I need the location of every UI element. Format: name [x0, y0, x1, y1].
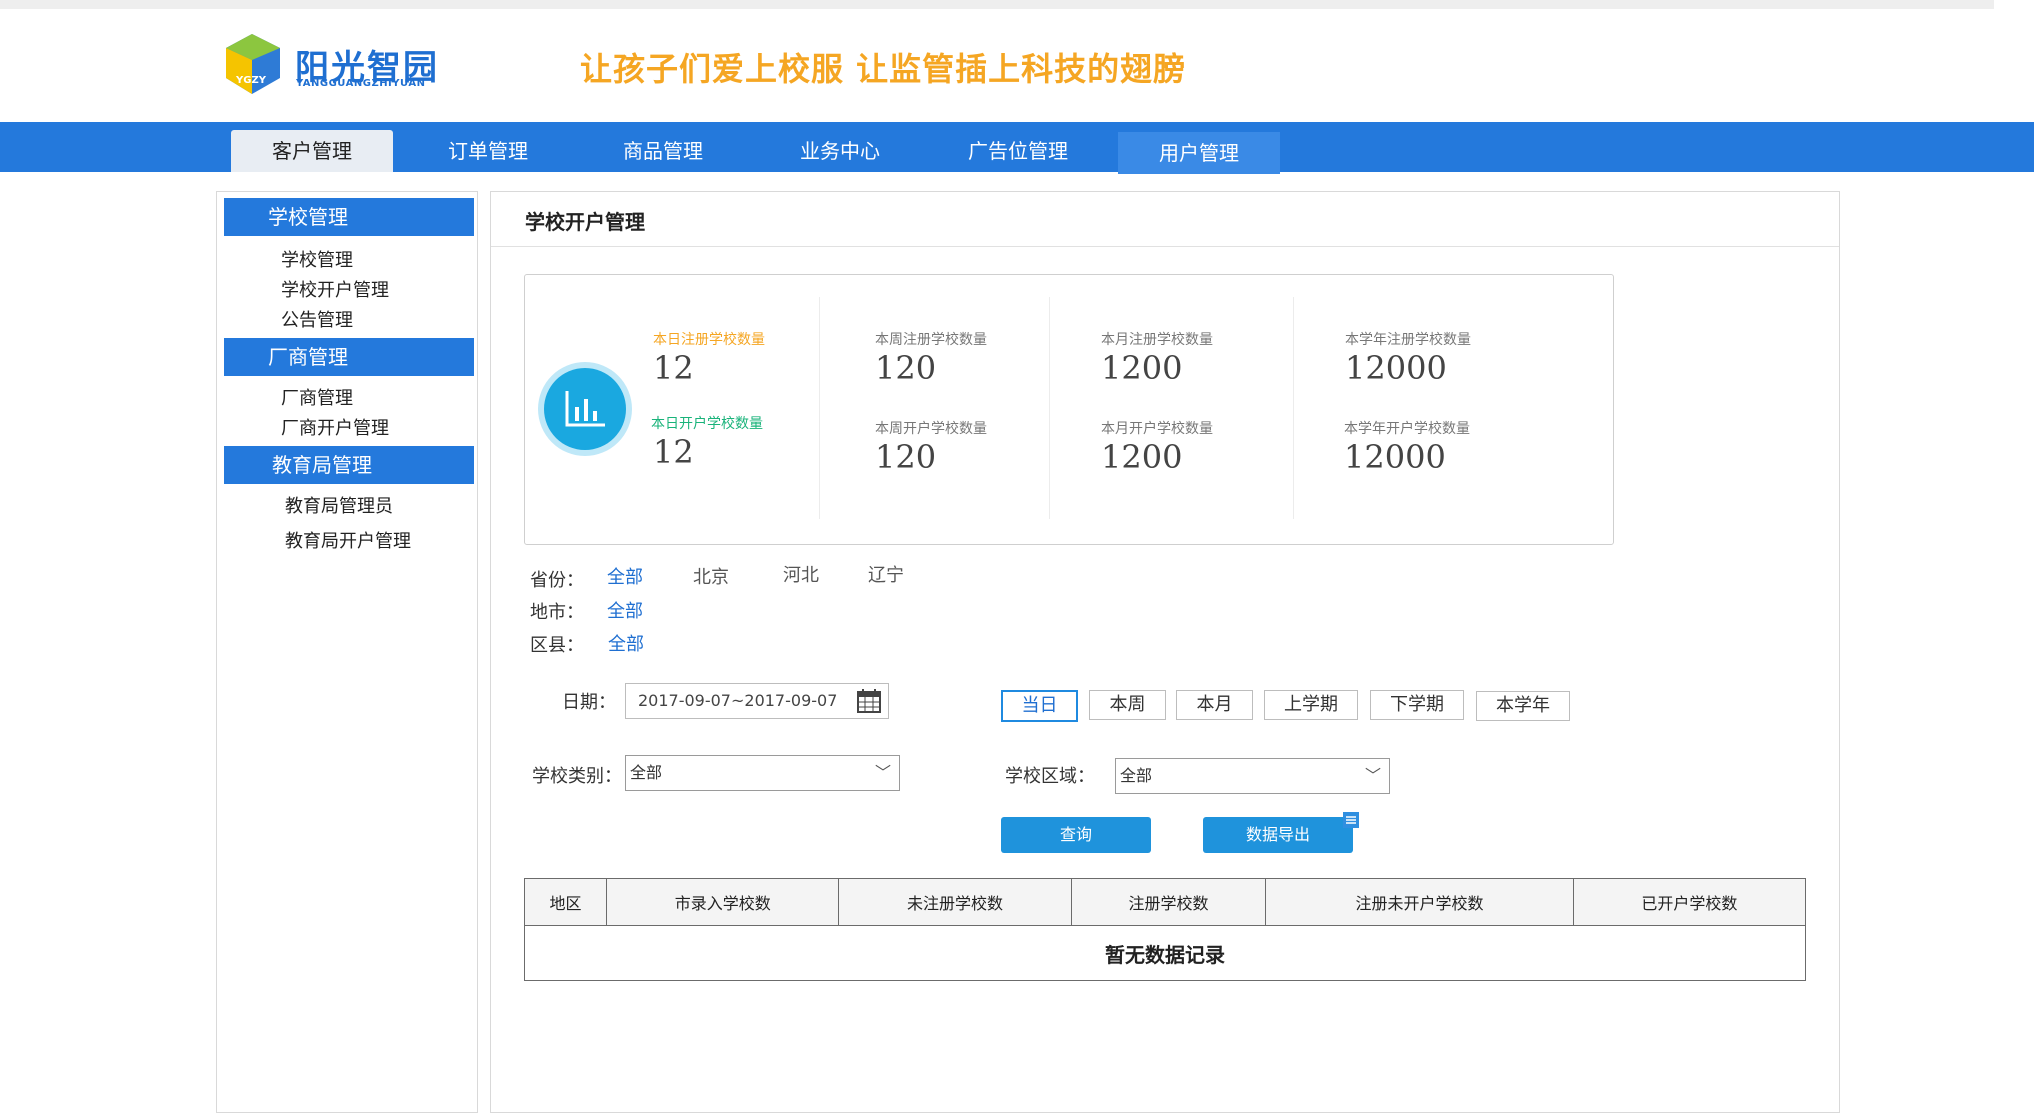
week-opened-value: 120: [875, 438, 937, 476]
period-today-button[interactable]: 当日: [1001, 690, 1078, 722]
today-opened-label: 本日开户学校数量: [651, 416, 763, 432]
date-range-input[interactable]: 2017-09-07~2017-09-07: [625, 683, 889, 719]
sidebar-item-edu-admin[interactable]: 教育局管理员: [285, 492, 393, 518]
list-icon: [1343, 812, 1359, 828]
province-option-liaoning[interactable]: 辽宁: [868, 561, 904, 587]
year-registered-label: 本学年注册学校数量: [1345, 332, 1471, 348]
sidebar-group-school[interactable]: 学校管理: [224, 198, 474, 236]
empty-table-message: 暂无数据记录: [524, 925, 1806, 981]
province-option-beijing[interactable]: 北京: [693, 563, 729, 589]
month-registered-value: 1200: [1101, 349, 1183, 387]
sidebar-group-label: 教育局管理: [272, 453, 372, 477]
school-type-value: 全部: [630, 763, 663, 782]
date-range-value: 2017-09-07~2017-09-07: [638, 691, 838, 710]
query-button[interactable]: 查询: [1001, 817, 1151, 853]
title-divider: [491, 246, 1839, 247]
sidebar-group-vendor[interactable]: 厂商管理: [224, 338, 474, 376]
year-opened-label: 本学年开户学校数量: [1344, 421, 1470, 437]
month-opened-value: 1200: [1101, 438, 1183, 476]
sidebar-item-school-management[interactable]: 学校管理: [281, 246, 353, 272]
tab-order-management[interactable]: 订单管理: [410, 130, 566, 172]
province-option-all[interactable]: 全部: [607, 563, 643, 589]
sidebar-item-vendor-management[interactable]: 厂商管理: [281, 384, 353, 410]
month-registered-label: 本月注册学校数量: [1101, 332, 1213, 348]
chevron-down-icon: ﹀: [874, 763, 891, 782]
district-option-all[interactable]: 全部: [608, 630, 644, 656]
top-strip: [0, 0, 1994, 9]
school-type-label: 学校类别：: [532, 766, 622, 787]
province-option-hebei[interactable]: 河北: [783, 561, 819, 587]
school-type-select[interactable]: 全部 ﹀: [625, 755, 900, 791]
sidebar-item-announcement[interactable]: 公告管理: [281, 306, 353, 332]
sidebar-item-vendor-account[interactable]: 厂商开户管理: [281, 414, 389, 440]
period-first-semester-button[interactable]: 上学期: [1264, 690, 1358, 720]
calendar-icon[interactable]: [856, 688, 882, 714]
tab-customer-management[interactable]: 客户管理: [231, 130, 393, 172]
province-label: 省份：: [530, 570, 584, 591]
data-table: 地区 市录入学校数 未注册学校数 注册学校数 注册未开户学校数 已开户学校数 暂…: [523, 878, 1807, 981]
stat-divider: [1049, 297, 1050, 519]
year-registered-value: 12000: [1345, 349, 1447, 387]
stats-card: 本日注册学校数量 12 本日开户学校数量 12 本周注册学校数量 120 本周开…: [524, 274, 1614, 545]
week-registered-label: 本周注册学校数量: [875, 332, 987, 348]
table-header-row: 地区 市录入学校数 未注册学校数 注册学校数 注册未开户学校数 已开户学校数: [523, 878, 1807, 926]
page-title: 学校开户管理: [525, 210, 645, 234]
sidebar-group-label: 厂商管理: [268, 345, 348, 369]
school-area-label: 学校区域：: [1005, 766, 1095, 787]
column-header-registered: 注册学校数: [1070, 878, 1267, 926]
school-area-select[interactable]: 全部 ﹀: [1115, 758, 1390, 794]
city-label: 地市：: [530, 602, 584, 623]
today-registered-value: 12: [653, 349, 694, 387]
period-second-semester-button[interactable]: 下学期: [1370, 690, 1464, 720]
sidebar-item-school-account[interactable]: 学校开户管理: [281, 276, 389, 302]
chart-icon: [538, 362, 632, 456]
district-label: 区县：: [530, 635, 584, 656]
stat-divider: [819, 297, 820, 519]
school-area-value: 全部: [1120, 766, 1153, 785]
sidebar-item-edu-account[interactable]: 教育局开户管理: [285, 527, 411, 553]
sidebar: 学校管理 学校管理 学校开户管理 公告管理 厂商管理 厂商管理 厂商开户管理 教…: [216, 191, 478, 1113]
sidebar-group-label: 学校管理: [268, 205, 348, 229]
today-registered-label: 本日注册学校数量: [653, 332, 765, 348]
period-month-button[interactable]: 本月: [1176, 690, 1253, 720]
chevron-down-icon: ﹀: [1364, 766, 1381, 785]
tab-product-management[interactable]: 商品管理: [585, 130, 741, 172]
today-opened-value: 12: [653, 433, 694, 471]
period-school-year-button[interactable]: 本学年: [1476, 691, 1570, 721]
column-header-city-entered: 市录入学校数: [606, 878, 840, 926]
export-button[interactable]: 数据导出: [1203, 817, 1353, 853]
slogan: 让孩子们爱上校服 让监管插上科技的翅膀: [580, 50, 1187, 88]
column-header-unregistered: 未注册学校数: [838, 878, 1072, 926]
tab-ad-management[interactable]: 广告位管理: [940, 130, 1096, 172]
logo-subtitle: YANGGUANGZHIYUAN: [296, 78, 426, 89]
column-header-region: 地区: [523, 878, 608, 926]
year-opened-value: 12000: [1344, 438, 1446, 476]
sidebar-group-edu-bureau[interactable]: 教育局管理: [224, 446, 474, 484]
column-header-registered-unopened: 注册未开户学校数: [1265, 878, 1574, 926]
main-nav: 客户管理 订单管理 商品管理 业务中心 广告位管理 用户管理: [0, 122, 2034, 174]
week-opened-label: 本周开户学校数量: [875, 421, 987, 437]
tab-user-management[interactable]: 用户管理: [1118, 132, 1280, 174]
week-registered-value: 120: [875, 349, 937, 387]
date-label: 日期：: [562, 692, 616, 713]
stat-divider: [1293, 297, 1294, 519]
tab-business-center[interactable]: 业务中心: [762, 130, 918, 172]
table-row: 暂无数据记录: [524, 925, 1806, 981]
column-header-opened: 已开户学校数: [1572, 878, 1807, 926]
svg-text:YGZY: YGZY: [235, 75, 267, 86]
period-week-button[interactable]: 本周: [1089, 690, 1166, 720]
month-opened-label: 本月开户学校数量: [1101, 421, 1213, 437]
city-option-all[interactable]: 全部: [607, 597, 643, 623]
